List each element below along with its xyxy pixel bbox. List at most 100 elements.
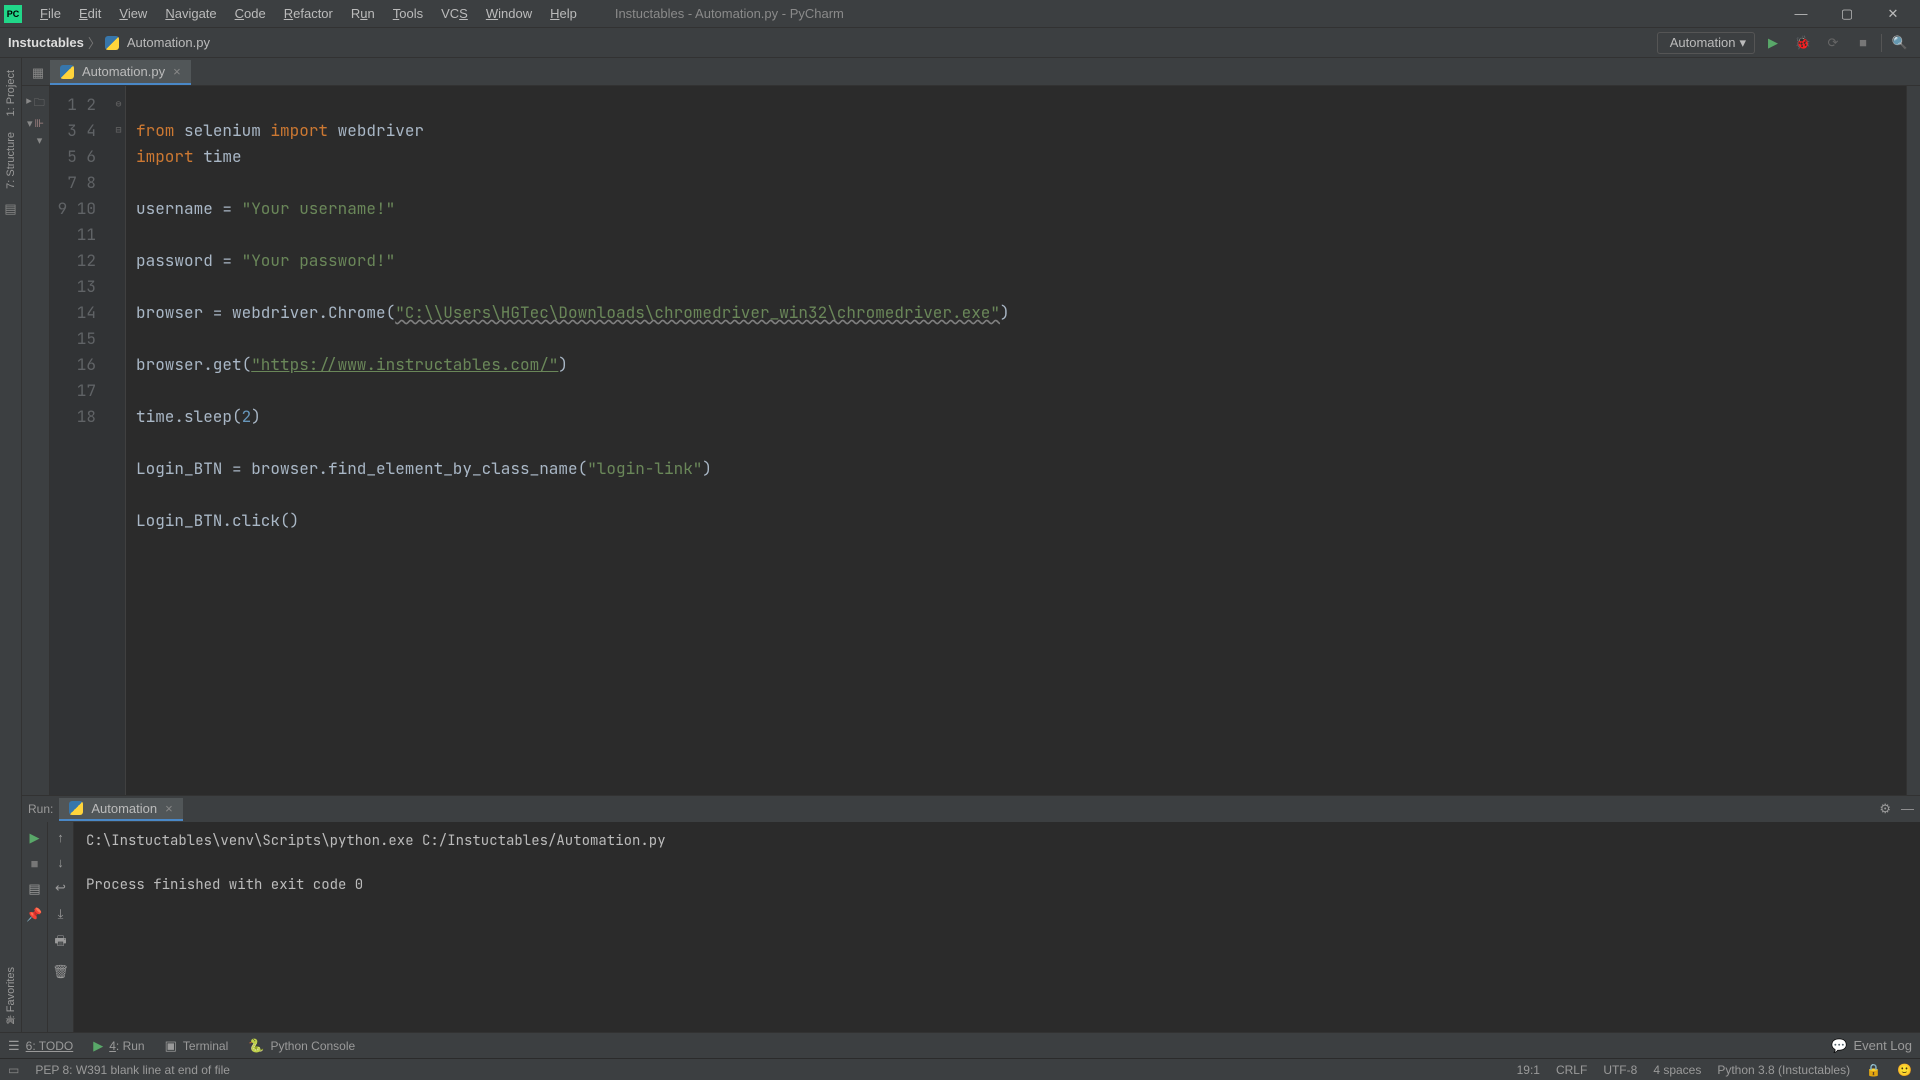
menu-navigate[interactable]: Navigate (157, 3, 224, 24)
close-button[interactable]: ✕ (1870, 0, 1916, 28)
editor-tab[interactable]: Automation.py × (50, 60, 191, 85)
run-config-name: Automation (1670, 35, 1736, 50)
status-msg-icon: ▭ (8, 1063, 19, 1077)
menu-help[interactable]: Help (542, 3, 585, 24)
libs-icon: ⊪ (34, 117, 44, 130)
line-separator[interactable]: CRLF (1556, 1063, 1587, 1077)
structure-toolwindow-tab[interactable]: 7: Structure (3, 124, 19, 197)
menubar: File Edit View Navigate Code Refactor Ru… (32, 3, 585, 24)
project-toolwindow-tab[interactable]: 1: Project (3, 62, 19, 124)
favorites-star-icon: ★ (5, 1012, 17, 1028)
menu-run[interactable]: Run (343, 3, 383, 24)
window-controls: — ▢ ✕ (1778, 0, 1916, 28)
terminal-icon: ▣ (165, 1038, 177, 1054)
line-number-gutter: 1 2 3 4 5 6 7 8 9 10 11 12 13 14 15 16 1… (50, 86, 112, 795)
python-icon (69, 801, 83, 815)
app-icon: PC (4, 5, 22, 23)
window-title: Instuctables - Automation.py - PyCharm (585, 6, 1778, 21)
down-stack-icon[interactable]: ↓ (57, 855, 64, 870)
stop-button[interactable]: ■ (1851, 31, 1875, 55)
editor-container: ▦ Automation.py × ▸🗀 ▾⊪ ▾ 1 2 3 4 5 6 7 … (22, 58, 1920, 1032)
collapse-icon[interactable]: ▾ (27, 117, 33, 130)
python-file-icon (105, 36, 119, 50)
run-layout-icon[interactable]: ▤ (28, 881, 40, 897)
code-editor[interactable]: from selenium import webdriverimport tim… (126, 86, 1906, 795)
up-stack-icon[interactable]: ↑ (57, 830, 64, 845)
readonly-lock-icon[interactable]: 🔒 (1866, 1063, 1881, 1077)
breadcrumb-project[interactable]: Instuctables (8, 35, 84, 50)
run-label: Run: (28, 802, 53, 816)
indent-setting[interactable]: 4 spaces (1653, 1063, 1701, 1077)
todo-icon: ☰ (8, 1038, 20, 1054)
soft-wrap-icon[interactable]: ↩ (55, 880, 66, 896)
statusbar: ▭ PEP 8: W391 blank line at end of file … (0, 1058, 1920, 1080)
run-body: ▶ ■ ▤ 📌 ↑ ↓ ↩ ⤓ 🖶 🗑 C:\Instuctables\venv… (22, 822, 1920, 1032)
project-view-icon[interactable]: ▦ (26, 61, 50, 85)
stop-run-button[interactable]: ■ (31, 856, 39, 871)
run-tab[interactable]: Automation × (59, 798, 182, 821)
menu-view[interactable]: View (111, 3, 155, 24)
editor-body: ▸🗀 ▾⊪ ▾ 1 2 3 4 5 6 7 8 9 10 11 12 13 14… (22, 86, 1920, 795)
project-strip: ▸🗀 ▾⊪ ▾ (22, 86, 50, 795)
file-encoding[interactable]: UTF-8 (1603, 1063, 1637, 1077)
structure-icon: ▤ (4, 201, 16, 217)
interpreter[interactable]: Python 3.8 (Instuctables) (1717, 1063, 1850, 1077)
run-header: Run: Automation × ⚙ — (22, 796, 1920, 822)
menu-code[interactable]: Code (227, 3, 274, 24)
menu-edit[interactable]: Edit (71, 3, 109, 24)
gutter-marks: ⊖ ⊟ (112, 86, 126, 795)
run-settings-icon[interactable]: ⚙ (1879, 801, 1891, 817)
navbar: Instuctables 〉 Automation.py Automation … (0, 28, 1920, 58)
terminal-tab[interactable]: ▣Terminal (165, 1038, 229, 1054)
run-panel: Run: Automation × ⚙ — ▶ ■ ▤ 📌 (22, 795, 1920, 1032)
tab-filename: Automation.py (82, 64, 165, 79)
print-icon[interactable]: 🖶 (54, 932, 66, 954)
run-tab-bottom[interactable]: ▶4: Run (93, 1038, 144, 1054)
cursor-position[interactable]: 19:1 (1517, 1063, 1540, 1077)
right-strip (1906, 86, 1920, 795)
pin-run-icon[interactable]: 📌 (26, 907, 42, 923)
breadcrumb: Instuctables 〉 Automation.py (8, 33, 210, 52)
menu-window[interactable]: Window (478, 3, 540, 24)
menu-vcs[interactable]: VCS (433, 3, 476, 24)
search-everywhere-button[interactable]: 🔍 (1888, 31, 1912, 55)
run-output[interactable]: C:\Instuctables\venv\Scripts\python.exe … (74, 822, 1920, 1032)
close-tab-icon[interactable]: × (173, 64, 181, 79)
debug-button[interactable]: 🐞 (1791, 31, 1815, 55)
play-icon: ▶ (93, 1038, 103, 1054)
event-log[interactable]: 💬Event Log (1831, 1038, 1912, 1054)
left-toolwindow-bar: 1: Project 7: Structure ▤ 2: Favorites ★ (0, 58, 22, 1032)
breadcrumb-file[interactable]: Automation.py (127, 35, 210, 50)
rerun-button[interactable]: ▶ (30, 830, 40, 846)
inspection-icon[interactable]: 🙂 (1897, 1063, 1912, 1077)
folder-icon: 🗀 (34, 94, 45, 113)
scroll-end-icon[interactable]: ⤓ (58, 906, 64, 922)
run-config-selector[interactable]: Automation ▾ (1657, 32, 1755, 54)
run-coverage-button[interactable]: ⟳ (1821, 31, 1845, 55)
run-tab-name: Automation (91, 801, 157, 816)
breadcrumb-sep: 〉 (88, 33, 101, 52)
titlebar: PC File Edit View Navigate Code Refactor… (0, 0, 1920, 28)
maximize-button[interactable]: ▢ (1824, 0, 1870, 28)
python-console-icon: 🐍 (248, 1038, 264, 1054)
menu-tools[interactable]: Tools (385, 3, 431, 24)
run-button[interactable]: ▶ (1761, 31, 1785, 55)
main-area: 1: Project 7: Structure ▤ 2: Favorites ★… (0, 58, 1920, 1032)
python-console-tab[interactable]: 🐍Python Console (248, 1038, 355, 1054)
status-message: PEP 8: W391 blank line at end of file (35, 1063, 230, 1077)
dropdown-icon: ▾ (1739, 35, 1746, 51)
menu-file[interactable]: File (32, 3, 69, 24)
run-side-toolbar: ▶ ■ ▤ 📌 (22, 822, 48, 1032)
close-run-tab-icon[interactable]: × (165, 801, 173, 816)
run-side-toolbar2: ↑ ↓ ↩ ⤓ 🖶 🗑 (48, 822, 74, 1032)
minimize-button[interactable]: — (1778, 0, 1824, 28)
clear-icon[interactable]: 🗑 (52, 964, 69, 980)
expand-icon[interactable]: ▸ (26, 94, 32, 113)
bottom-toolwindow-bar: ☰6: TODO ▶4: Run ▣Terminal 🐍Python Conso… (0, 1032, 1920, 1058)
collapse2-icon[interactable]: ▾ (37, 134, 43, 147)
event-log-icon: 💬 (1831, 1038, 1847, 1054)
menu-refactor[interactable]: Refactor (276, 3, 341, 24)
todo-tab[interactable]: ☰6: TODO (8, 1038, 73, 1054)
run-minimize-icon[interactable]: — (1901, 801, 1914, 817)
editor-tabbar: ▦ Automation.py × (22, 58, 1920, 86)
